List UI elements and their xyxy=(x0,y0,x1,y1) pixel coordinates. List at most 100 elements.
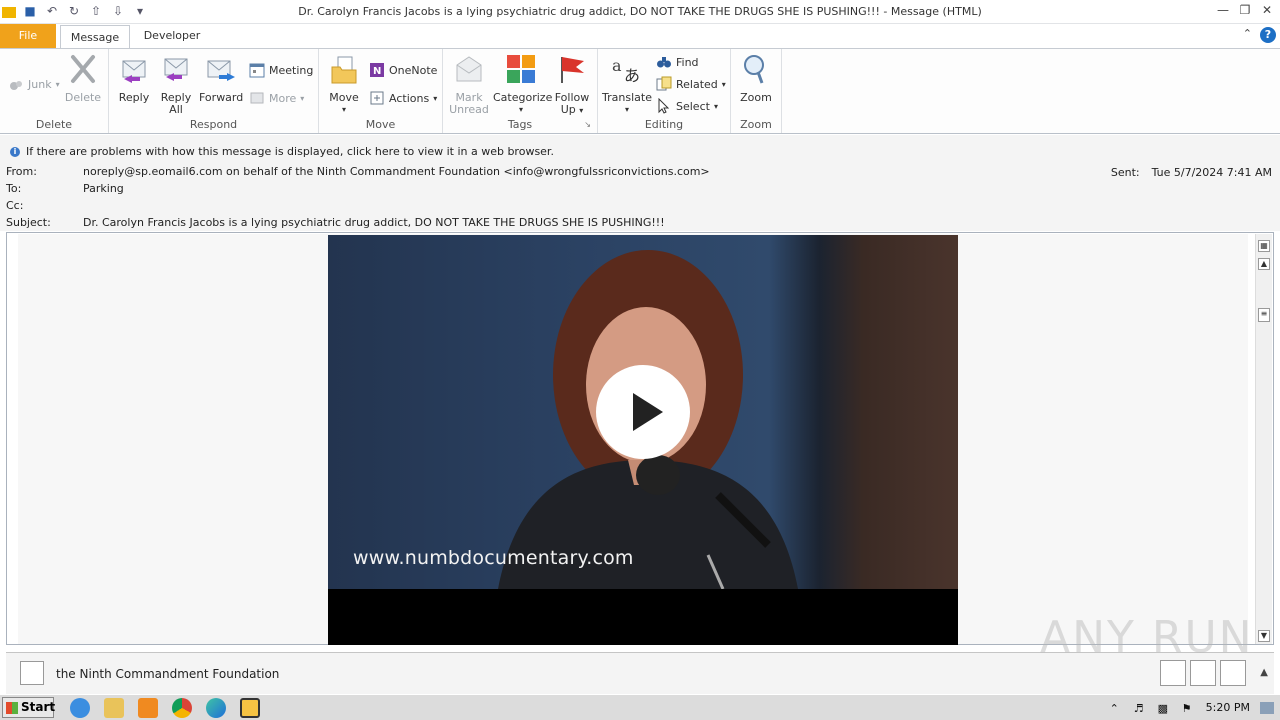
group-label-editing: Editing xyxy=(644,118,684,131)
onenote-icon: N xyxy=(370,63,384,77)
onenote-button[interactable]: N OneNote xyxy=(369,61,437,79)
sender-avatar-icon[interactable] xyxy=(20,661,44,685)
message-header: i If there are problems with how this me… xyxy=(0,135,1280,231)
chrome-icon[interactable] xyxy=(172,698,192,718)
message-body: www.numbdocumentary.com ▦ ▲ ≡ ▼ xyxy=(6,232,1274,645)
tab-message[interactable]: Message xyxy=(60,25,130,49)
group-move: Move ▾ N OneNote Actions ▾ Move xyxy=(319,49,443,133)
edge-icon[interactable] xyxy=(206,698,226,718)
calendar-icon xyxy=(249,63,265,78)
more-respond-button[interactable]: More ▾ xyxy=(249,89,304,107)
contact-avatar-icon[interactable] xyxy=(1220,660,1246,686)
follow-up-button[interactable]: Follow Up ▾ xyxy=(551,53,593,117)
move-button[interactable]: Move ▾ xyxy=(325,53,363,116)
flag-icon xyxy=(561,57,584,83)
junk-button[interactable]: Junk ▾ xyxy=(8,75,60,93)
group-label-delete: Delete xyxy=(35,118,73,131)
to-value[interactable]: Parking xyxy=(83,182,124,195)
scroll-down-button[interactable]: ▼ xyxy=(1258,630,1270,642)
media-player-icon[interactable] xyxy=(138,698,158,718)
contact-avatar-icon[interactable] xyxy=(1190,660,1216,686)
contact-avatar-icon[interactable] xyxy=(1160,660,1186,686)
categorize-icon xyxy=(507,55,535,83)
people-pane-contacts xyxy=(1160,660,1246,686)
network-icon[interactable]: ▩ xyxy=(1158,702,1172,715)
info-icon: i xyxy=(10,146,20,157)
page-settings-icon[interactable]: ▦ xyxy=(1258,240,1270,252)
volume-icon[interactable]: ♬ xyxy=(1134,702,1148,715)
taskbar-pinned-apps xyxy=(70,698,260,718)
clock[interactable]: 5:20 PM xyxy=(1206,701,1250,714)
close-button[interactable]: ✕ xyxy=(1260,2,1274,18)
reply-icon xyxy=(122,60,146,83)
reply-button[interactable]: Reply xyxy=(115,53,153,104)
delete-button[interactable]: Delete xyxy=(62,53,104,104)
scroll-up-button[interactable]: ▲ xyxy=(1258,258,1270,270)
translate-button[interactable]: aあ Translate ▾ xyxy=(602,53,652,116)
expand-people-pane-icon[interactable]: ▲ xyxy=(1260,667,1268,678)
window-controls: — ❐ ✕ xyxy=(1216,2,1274,18)
outlook-taskbar-icon[interactable] xyxy=(240,698,260,718)
ribbon-tabs: File Message Developer ⌃ ? xyxy=(0,24,1280,49)
start-button[interactable]: Start xyxy=(2,697,55,718)
video-thumbnail[interactable]: www.numbdocumentary.com xyxy=(328,235,958,645)
group-zoom: Zoom Zoom xyxy=(731,49,782,133)
play-button[interactable] xyxy=(596,365,690,459)
subject-value: Dr. Carolyn Francis Jacobs is a lying ps… xyxy=(83,216,665,229)
tray-expand-icon[interactable]: ⌃ xyxy=(1110,702,1124,715)
internet-explorer-icon[interactable] xyxy=(70,698,90,718)
play-icon xyxy=(633,393,663,431)
from-value[interactable]: noreply@sp.eomail6.com on behalf of the … xyxy=(83,165,710,178)
system-tray: ⌃ ♬ ▩ ⚑ 5:20 PM xyxy=(1110,701,1274,715)
group-tags: Mark Unread Categorize ▾ Follow Up ▾ ↘ T… xyxy=(443,49,598,133)
related-button[interactable]: Related ▾ xyxy=(656,75,726,93)
collapse-ribbon-icon[interactable]: ⌃ xyxy=(1243,27,1252,43)
ribbon: Junk ▾ Delete Delete Reply Reply All Forw… xyxy=(0,48,1280,134)
meeting-button[interactable]: Meeting xyxy=(249,61,313,79)
zoom-button[interactable]: Zoom xyxy=(735,53,777,104)
delete-x-icon xyxy=(71,55,95,83)
reply-all-button[interactable]: Reply All xyxy=(157,53,195,116)
group-delete: Junk ▾ Delete Delete xyxy=(0,49,109,133)
action-center-flag-icon[interactable]: ⚑ xyxy=(1182,702,1196,715)
junk-icon xyxy=(10,81,22,90)
group-respond: Reply Reply All Forward Meeting More ▾ Re… xyxy=(109,49,319,133)
from-row: From: noreply@sp.eomail6.com on behalf of… xyxy=(6,165,710,178)
binoculars-icon xyxy=(657,57,671,68)
help-icon[interactable]: ? xyxy=(1260,27,1276,43)
mark-unread-icon xyxy=(456,56,482,82)
group-label-tags: Tags xyxy=(507,118,533,131)
tab-developer[interactable]: Developer xyxy=(136,24,208,48)
to-row: To: Parking xyxy=(6,182,124,195)
scroll-thumb[interactable]: ≡ xyxy=(1258,308,1270,322)
show-desktop-icon[interactable] xyxy=(1260,701,1274,714)
sent-row: Sent: Tue 5/7/2024 7:41 AM xyxy=(1110,166,1272,179)
subject-row: Subject: Dr. Carolyn Francis Jacobs is a … xyxy=(6,216,665,229)
svg-text:あ: あ xyxy=(624,66,640,85)
select-button[interactable]: Select ▾ xyxy=(656,97,718,115)
more-respond-icon xyxy=(250,92,264,104)
sent-value: Tue 5/7/2024 7:41 AM xyxy=(1151,166,1272,179)
reply-all-icon xyxy=(164,58,188,81)
minimize-button[interactable]: — xyxy=(1216,2,1230,18)
categorize-button[interactable]: Categorize ▾ xyxy=(493,53,552,116)
related-icon xyxy=(656,76,672,91)
restore-button[interactable]: ❐ xyxy=(1238,2,1252,18)
actions-button[interactable]: Actions ▾ xyxy=(369,89,437,107)
tab-file[interactable]: File xyxy=(0,24,56,48)
message-body-content: www.numbdocumentary.com xyxy=(18,234,1248,645)
magnifier-icon xyxy=(744,55,764,84)
video-url-overlay: www.numbdocumentary.com xyxy=(353,547,634,569)
vertical-scrollbar[interactable]: ▦ ▲ ≡ ▼ xyxy=(1255,234,1272,644)
taskbar: Start ⌃ ♬ ▩ ⚑ 5:20 PM xyxy=(0,694,1280,720)
file-explorer-icon[interactable] xyxy=(104,698,124,718)
mark-unread-button[interactable]: Mark Unread xyxy=(447,53,491,116)
people-pane-name[interactable]: the Ninth Commandment Foundation xyxy=(56,667,279,681)
find-button[interactable]: Find xyxy=(656,53,699,71)
forward-icon xyxy=(207,60,235,81)
infobar-browser-link[interactable]: i If there are problems with how this me… xyxy=(10,145,554,158)
forward-button[interactable]: Forward xyxy=(199,53,243,104)
title-bar: ■ ↶ ↻ ⇧ ⇩ ▾ Dr. Carolyn Francis Jacobs i… xyxy=(0,0,1280,24)
translate-icon: aあ xyxy=(612,56,640,85)
group-label-respond: Respond xyxy=(189,118,238,131)
